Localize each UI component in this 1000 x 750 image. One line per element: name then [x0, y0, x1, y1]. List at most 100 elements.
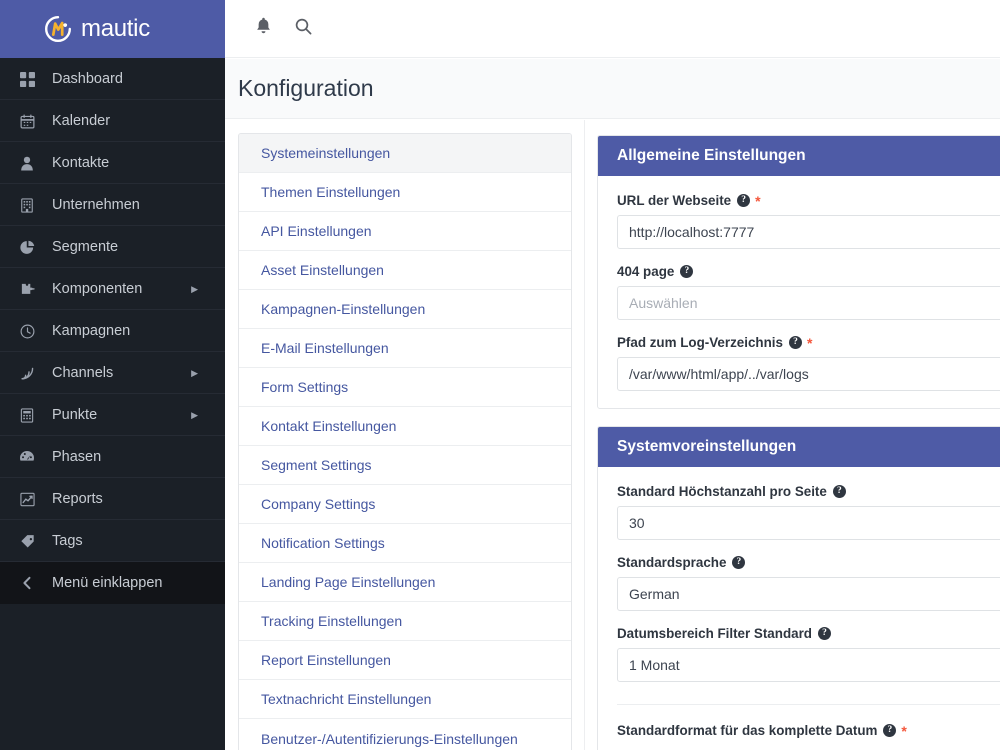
page-title: Konfiguration [238, 75, 374, 101]
help-icon[interactable]: ? [832, 485, 846, 498]
config-item-report-einstellungen[interactable]: Report Einstellungen [239, 641, 571, 680]
field-label-text: URL der Webseite [617, 193, 732, 208]
sidebar-item-label: Kampagnen [52, 323, 131, 339]
config-item-company-settings[interactable]: Company Settings [239, 485, 571, 524]
sidebar-item-unternehmen[interactable]: Unternehmen [0, 184, 225, 226]
field-standardsprache: Standardsprache ? German [617, 555, 1000, 611]
sidebar-collapse-label: Menü einklappen [52, 575, 163, 591]
field-separator [617, 704, 1000, 705]
config-item-email-einstellungen[interactable]: E-Mail Einstellungen [239, 329, 571, 368]
field-label: Standardformat für das komplette Datum ?… [617, 723, 1000, 738]
sidebar-collapse-button[interactable]: Menü einklappen [0, 562, 225, 604]
field-label-text: Standardformat für das komplette Datum [617, 723, 878, 738]
help-icon[interactable]: ? [817, 627, 831, 640]
panel-title: Allgemeine Einstellungen [598, 136, 1000, 176]
config-item-notification-settings[interactable]: Notification Settings [239, 524, 571, 563]
sidebar-item-label: Kalender [52, 113, 111, 129]
config-item-segment-settings[interactable]: Segment Settings [239, 446, 571, 485]
field-label-text: Pfad zum Log-Verzeichnis [617, 335, 783, 350]
404-page-select[interactable]: Auswählen [617, 286, 1000, 320]
tag-icon [14, 534, 40, 549]
calculator-icon [14, 407, 40, 423]
sidebar-item-label: Dashboard [52, 71, 123, 87]
url-der-webseite-input[interactable]: http://localhost:7777 [617, 215, 1000, 249]
sidebar-item-label: Reports [52, 491, 103, 507]
config-list: Systemeinstellungen Themen Einstellungen… [238, 133, 572, 750]
notifications-button[interactable] [243, 9, 283, 49]
pfad-zum-log-verzeichnis-input[interactable]: /var/www/html/app/../var/logs [617, 357, 1000, 391]
page-header: Konfiguration [225, 59, 1000, 119]
brand-logo-area[interactable]: mautic [0, 0, 225, 58]
pie-chart-icon [14, 240, 40, 255]
field-label-text: Standard Höchstanzahl pro Seite [617, 484, 827, 499]
panel-title: Systemvoreinstellungen [598, 427, 1000, 467]
help-icon[interactable]: ? [680, 265, 694, 278]
sidebar-item-label: Phasen [52, 449, 102, 465]
config-item-kontakt-einstellungen[interactable]: Kontakt Einstellungen [239, 407, 571, 446]
sidebar-nav: Dashboard Kalender Kontakte Unternehmen … [0, 58, 225, 604]
config-list-column: Systemeinstellungen Themen Einstellungen… [225, 120, 585, 750]
sidebar-item-reports[interactable]: Reports [0, 478, 225, 520]
field-label: Standardsprache ? [617, 555, 1000, 570]
config-item-api-einstellungen[interactable]: API Einstellungen [239, 212, 571, 251]
config-item-benutzer-authentifizierungs-einstellungen[interactable]: Benutzer-/Autentifizierungs-Einstellunge… [239, 719, 571, 750]
standard-hoechstanzahl-pro-seite-input[interactable]: 30 [617, 506, 1000, 540]
field-label: URL der Webseite ? * [617, 193, 1000, 208]
gauge-icon [14, 450, 40, 464]
sidebar-item-label: Punkte [52, 407, 98, 423]
standardsprache-select[interactable]: German [617, 577, 1000, 611]
config-item-textnachricht-einstellungen[interactable]: Textnachricht Einstellungen [239, 680, 571, 719]
sidebar-item-label: Channels [52, 365, 114, 381]
field-404-page: 404 page ? Auswählen [617, 264, 1000, 320]
help-icon[interactable]: ? [737, 194, 751, 207]
sidebar-item-punkte[interactable]: Punkte ▶ [0, 394, 225, 436]
panel-allgemeine-einstellungen: Allgemeine Einstellungen URL der Webseit… [597, 135, 1000, 409]
sidebar-item-kontakte[interactable]: Kontakte [0, 142, 225, 184]
config-item-asset-einstellungen[interactable]: Asset Einstellungen [239, 251, 571, 290]
datumsbereich-filter-standard-select[interactable]: 1 Monat [617, 648, 1000, 682]
required-marker: * [901, 722, 907, 739]
sidebar-item-label: Komponenten [52, 281, 143, 297]
calendar-icon [14, 114, 40, 129]
help-icon[interactable]: ? [788, 336, 802, 349]
bell-icon [255, 17, 272, 40]
chevron-right-icon: ▶ [191, 283, 198, 294]
field-standard-hoechstanzahl-pro-seite: Standard Höchstanzahl pro Seite ? 30 [617, 484, 1000, 540]
field-standardformat-komplettes-datum: Standardformat für das komplette Datum ?… [617, 723, 1000, 738]
sidebar-item-label: Unternehmen [52, 197, 140, 213]
sidebar-item-phasen[interactable]: Phasen [0, 436, 225, 478]
config-item-landing-page-einstellungen[interactable]: Landing Page Einstellungen [239, 563, 571, 602]
sidebar-item-dashboard[interactable]: Dashboard [0, 58, 225, 100]
search-button[interactable] [283, 9, 323, 49]
config-item-systemeinstellungen[interactable]: Systemeinstellungen [239, 134, 571, 173]
required-marker: * [755, 192, 761, 209]
chevron-right-icon: ▶ [191, 409, 198, 420]
field-pfad-zum-log-verzeichnis: Pfad zum Log-Verzeichnis ? * /var/www/ht… [617, 335, 1000, 391]
sidebar-item-segmente[interactable]: Segmente [0, 226, 225, 268]
field-label-text: 404 page [617, 264, 675, 279]
field-label-text: Standardsprache [617, 555, 727, 570]
config-item-form-settings[interactable]: Form Settings [239, 368, 571, 407]
field-label: Pfad zum Log-Verzeichnis ? * [617, 335, 1000, 350]
content-area: Systemeinstellungen Themen Einstellungen… [225, 120, 1000, 750]
building-icon [14, 197, 40, 213]
sidebar-item-kampagnen[interactable]: Kampagnen [0, 310, 225, 352]
field-label-text: Datumsbereich Filter Standard [617, 626, 812, 641]
sidebar-item-kalender[interactable]: Kalender [0, 100, 225, 142]
sidebar-item-tags[interactable]: Tags [0, 520, 225, 562]
sidebar-item-komponenten[interactable]: Komponenten ▶ [0, 268, 225, 310]
help-icon[interactable]: ? [732, 556, 746, 569]
help-icon[interactable]: ? [883, 724, 897, 737]
field-label: Datumsbereich Filter Standard ? [617, 626, 1000, 641]
search-icon [295, 18, 312, 40]
config-item-tracking-einstellungen[interactable]: Tracking Einstellungen [239, 602, 571, 641]
field-datumsbereich-filter-standard: Datumsbereich Filter Standard ? 1 Monat [617, 626, 1000, 682]
config-item-kampagnen-einstellungen[interactable]: Kampagnen-Einstellungen [239, 290, 571, 329]
sidebar-item-label: Segmente [52, 239, 119, 255]
config-item-themen-einstellungen[interactable]: Themen Einstellungen [239, 173, 571, 212]
config-form-column: Allgemeine Einstellungen URL der Webseit… [585, 120, 1000, 750]
brand-name: mautic [81, 15, 150, 42]
sidebar-filler [0, 604, 225, 750]
panel-body: URL der Webseite ? * http://localhost:77… [598, 176, 1000, 408]
sidebar-item-channels[interactable]: Channels ▶ [0, 352, 225, 394]
